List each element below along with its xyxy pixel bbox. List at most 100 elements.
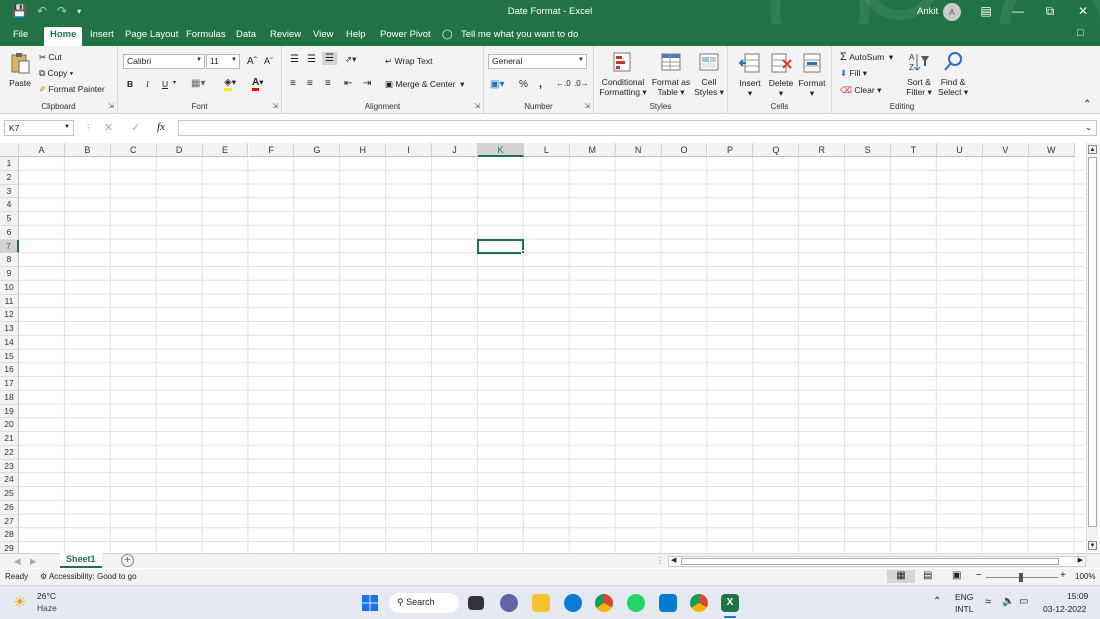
- column-header[interactable]: V: [982, 143, 1029, 157]
- zoom-in-icon[interactable]: +: [1060, 570, 1066, 581]
- tab-formulas[interactable]: Formulas: [186, 29, 226, 40]
- avatar[interactable]: A: [943, 3, 961, 21]
- zoom-out-icon[interactable]: −: [976, 570, 982, 581]
- underline-dropdown-icon[interactable]: ▾: [173, 79, 176, 86]
- excel-app-icon[interactable]: X: [721, 594, 739, 612]
- fill-handle[interactable]: [520, 250, 525, 255]
- tab-review[interactable]: Review: [270, 29, 301, 40]
- column-header[interactable]: B: [64, 143, 111, 157]
- align-left-icon[interactable]: ≡: [290, 78, 296, 89]
- vertical-scrollbar[interactable]: ▲ ▼: [1086, 143, 1098, 552]
- row-header[interactable]: 20: [0, 418, 19, 432]
- splitter-icon[interactable]: ⋮: [656, 555, 665, 566]
- column-header[interactable]: G: [294, 143, 341, 157]
- restore-icon[interactable]: ⧉: [1040, 4, 1060, 19]
- horizontal-scroll-thumb[interactable]: [681, 558, 1059, 565]
- ribbon-display-icon[interactable]: ▤: [976, 4, 996, 18]
- enter-icon[interactable]: ✓: [131, 121, 140, 134]
- tab-home[interactable]: Home: [44, 27, 83, 46]
- row-header[interactable]: 5: [0, 212, 19, 226]
- edge-browser-icon[interactable]: [564, 594, 582, 612]
- increase-decimal-icon[interactable]: ←.0: [556, 79, 571, 88]
- dialog-launcher-icon[interactable]: ⇲: [272, 102, 278, 110]
- comments-icon[interactable]: □: [1077, 27, 1084, 39]
- cancel-icon[interactable]: ✕: [104, 121, 113, 134]
- active-cell[interactable]: [477, 238, 524, 255]
- row-header[interactable]: 10: [0, 280, 19, 295]
- next-sheet-icon[interactable]: ▶: [30, 556, 37, 567]
- row-header[interactable]: 16: [0, 363, 19, 377]
- column-header[interactable]: A: [19, 143, 65, 157]
- wrap-text-button[interactable]: ↵ Wrap Text: [385, 56, 432, 67]
- close-icon[interactable]: ✕: [1073, 4, 1093, 18]
- italic-button[interactable]: I: [146, 79, 149, 89]
- font-name-select[interactable]: Calibri ▼: [123, 54, 205, 69]
- column-header[interactable]: E: [202, 143, 249, 157]
- row-header[interactable]: 13: [0, 322, 19, 336]
- sort-filter-button[interactable]: AZ Sort & Filter ▾: [902, 51, 936, 97]
- column-header[interactable]: W: [1028, 143, 1075, 157]
- column-header[interactable]: F: [248, 143, 295, 157]
- column-header[interactable]: O: [661, 143, 708, 157]
- fill-color-button[interactable]: ◈▾: [224, 77, 236, 91]
- column-header[interactable]: L: [523, 143, 570, 157]
- row-header[interactable]: 19: [0, 404, 19, 419]
- tab-insert[interactable]: Insert: [90, 29, 114, 40]
- number-format-select[interactable]: General ▼: [488, 54, 587, 69]
- font-size-select[interactable]: 11 ▼: [206, 54, 240, 69]
- row-header[interactable]: 26: [0, 500, 19, 515]
- row-header[interactable]: 12: [0, 308, 19, 322]
- clear-button[interactable]: ⌫ Clear ▾: [840, 85, 881, 96]
- cell-styles-button[interactable]: Cell Styles ▾: [693, 51, 725, 97]
- row-header[interactable]: 28: [0, 528, 19, 542]
- paste-button[interactable]: Paste: [6, 52, 34, 88]
- insert-cells-button[interactable]: Insert ▾: [736, 52, 764, 98]
- comma-button[interactable]: ,: [539, 78, 542, 90]
- row-header[interactable]: 4: [0, 198, 19, 212]
- clock-time[interactable]: 15:09: [1067, 591, 1088, 601]
- row-header[interactable]: 8: [0, 253, 19, 267]
- decrease-font-button[interactable]: Aˇ: [264, 56, 273, 66]
- wifi-icon[interactable]: ≈: [985, 596, 991, 608]
- row-header[interactable]: 3: [0, 184, 19, 199]
- row-header[interactable]: 21: [0, 432, 19, 446]
- increase-font-button[interactable]: Aˆ: [247, 56, 257, 67]
- align-right-icon[interactable]: ≡: [325, 78, 331, 89]
- teams-chat-icon[interactable]: [500, 594, 518, 612]
- decrease-indent-icon[interactable]: ⇤: [344, 78, 352, 89]
- scroll-up-icon[interactable]: ▲: [1088, 145, 1097, 154]
- weather-temp[interactable]: 26°C: [37, 591, 56, 601]
- column-header[interactable]: I: [386, 143, 433, 157]
- normal-view-icon[interactable]: ▦: [887, 570, 915, 583]
- tab-data[interactable]: Data: [236, 29, 256, 40]
- collapse-ribbon-icon[interactable]: ⌃: [1083, 99, 1091, 110]
- decrease-decimal-icon[interactable]: .0→: [574, 79, 589, 88]
- worksheet-grid[interactable]: A B C D E F G H I J K L M N O P Q R S T U V W 1 2 3 4 5 6 7 8 9 10 11 12 13…: [0, 143, 1100, 554]
- tab-file[interactable]: File: [13, 29, 28, 40]
- prev-sheet-icon[interactable]: ◀: [14, 556, 21, 567]
- column-header[interactable]: Q: [753, 143, 800, 157]
- name-box[interactable]: K7 ▼: [4, 120, 74, 136]
- row-header[interactable]: 11: [0, 294, 19, 309]
- find-select-button[interactable]: Find & Select ▾: [936, 51, 970, 97]
- file-explorer-icon[interactable]: [532, 594, 550, 612]
- zoom-slider-thumb[interactable]: [1019, 573, 1023, 582]
- row-header[interactable]: 1: [0, 157, 19, 171]
- select-all-corner[interactable]: [0, 143, 19, 157]
- column-header[interactable]: R: [799, 143, 846, 157]
- tab-view[interactable]: View: [313, 29, 333, 40]
- row-header[interactable]: 18: [0, 390, 19, 405]
- show-hidden-icons[interactable]: ⌃: [933, 596, 941, 607]
- underline-button[interactable]: U: [162, 79, 168, 89]
- column-header[interactable]: K: [478, 143, 524, 157]
- tab-page-layout[interactable]: Page Layout: [125, 29, 178, 40]
- user-name[interactable]: Ankit: [917, 6, 938, 17]
- bottom-align-icon[interactable]: ☰: [322, 52, 337, 65]
- format-cells-button[interactable]: Format ▾: [796, 52, 828, 98]
- column-header[interactable]: D: [156, 143, 203, 157]
- row-header[interactable]: 27: [0, 514, 19, 529]
- row-header[interactable]: 14: [0, 335, 19, 350]
- volume-icon[interactable]: 🔈: [1002, 596, 1014, 607]
- bold-button[interactable]: B: [127, 79, 133, 89]
- scroll-down-icon[interactable]: ▼: [1088, 541, 1097, 550]
